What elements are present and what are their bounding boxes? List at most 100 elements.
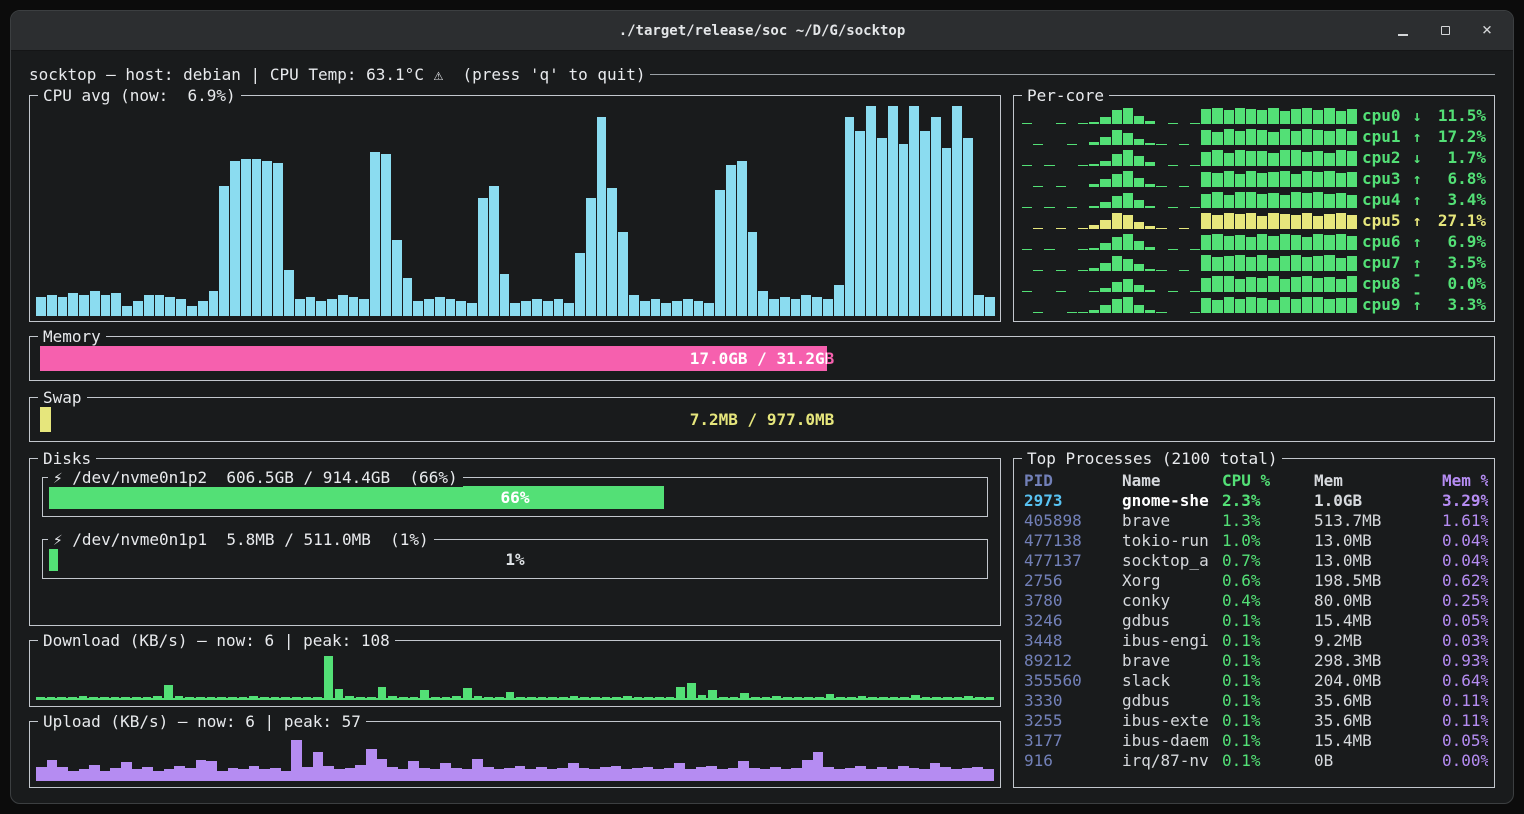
core-history-bar: [1145, 247, 1155, 250]
download-history-bar: [378, 687, 387, 698]
core-row: cpu4↑3.4%: [1022, 191, 1486, 208]
cpu-history-bar: [726, 165, 736, 316]
core-usage-value: 27.1%: [1430, 211, 1486, 230]
core-history-bar: [1302, 237, 1312, 250]
upload-history-bar: [898, 766, 909, 781]
download-history-bar: [175, 696, 184, 699]
download-history-bar: [185, 697, 194, 698]
close-button[interactable]: ×: [1479, 23, 1495, 39]
process-row: 355560slack0.1%204.0MB0.64%: [1024, 671, 1488, 691]
minimize-button[interactable]: [1395, 23, 1411, 39]
cpu-history-bar: [392, 240, 402, 316]
mem-cell: 1.0GB: [1314, 491, 1442, 511]
core-history-bar: [1280, 111, 1290, 123]
download-history-bar: [730, 697, 739, 698]
core-history-bar: [1257, 151, 1267, 166]
core-name: cpu2: [1362, 148, 1404, 167]
meter-clip: 17.0GB / 31.2GB: [40, 346, 827, 371]
upload-history-bar: [557, 768, 568, 781]
core-history-bar: [1313, 234, 1323, 249]
download-history-bar: [538, 697, 547, 698]
core-history-bar: [1134, 241, 1144, 249]
process-row: 3780conky0.4%80.0MB0.25%: [1024, 591, 1488, 611]
cpu-history-bar: [338, 295, 348, 316]
download-history-bar: [121, 697, 130, 698]
upload-history-bar: [568, 763, 579, 781]
core-history-bar: [1302, 297, 1312, 312]
meter-text: 7.2MB / 977.0MB: [40, 407, 1484, 432]
upload-history-bar: [738, 761, 749, 781]
mem-pct-cell: 0.05%: [1442, 611, 1488, 631]
core-history-bar: [1347, 256, 1357, 270]
download-history-bar: [612, 697, 621, 698]
core-history-bar: [1246, 151, 1256, 165]
core-history-bar: [1156, 186, 1166, 187]
download-history-bar: [858, 696, 867, 698]
core-history-bar: [1235, 299, 1245, 312]
mem-cell: 15.4MB: [1314, 611, 1442, 631]
download-history-bar: [794, 697, 803, 698]
mem-pct-cell: 0.04%: [1442, 531, 1488, 551]
core-sparkline: [1022, 213, 1357, 229]
cpu-history-bar: [683, 299, 693, 316]
core-history-bar: [1190, 312, 1200, 313]
download-history-bar: [495, 697, 504, 698]
core-history-bar: [1280, 256, 1290, 270]
core-history-bar: [1134, 200, 1144, 207]
core-history-bar: [1291, 277, 1301, 292]
upload-history-bar: [706, 766, 717, 781]
upload-history-bar: [377, 759, 388, 781]
download-history-bar: [847, 697, 856, 698]
meter-text: 1%: [49, 548, 981, 571]
cpu-history-bar: [36, 297, 46, 316]
upload-history-bar: [717, 769, 728, 781]
cpu-history-bar: [155, 295, 165, 316]
download-history-bar: [644, 697, 653, 698]
core-usage-value: 1.7%: [1430, 148, 1486, 167]
mem-pct-cell: 0.04%: [1442, 551, 1488, 571]
core-history-bar: [1324, 153, 1334, 165]
processes-label: Top Processes (2100 total): [1022, 449, 1282, 468]
upload-history-bar: [919, 769, 930, 781]
meter: 7.2MB / 977.0MB7.2MB / 977.0MB: [40, 407, 1484, 432]
core-history-bar: [1224, 153, 1234, 165]
core-history-bar: [1336, 193, 1346, 208]
download-history-bar: [217, 697, 226, 698]
maximize-button[interactable]: [1437, 23, 1453, 39]
process-row: 2756Xorg0.6%198.5MB0.62%: [1024, 571, 1488, 591]
core-history-bar: [1078, 270, 1088, 271]
upload-history-bar: [121, 762, 132, 781]
process-row: 3330gdbus0.1%35.6MB0.11%: [1024, 691, 1488, 711]
cpu-history-bar: [564, 303, 574, 316]
core-history-bar: [1291, 215, 1301, 228]
core-history-bar: [1168, 207, 1178, 208]
core-history-bar: [1056, 186, 1066, 187]
download-history-bar: [623, 696, 632, 698]
core-history-bar: [1033, 270, 1043, 271]
core-history-bar: [1089, 291, 1099, 292]
core-history-bar: [1179, 144, 1189, 145]
mem-cell: 198.5MB: [1314, 571, 1442, 591]
cpu-history-bar: [855, 131, 865, 316]
upload-history-bar: [217, 771, 228, 781]
disk-list: ⚡ /dev/nvme0n1p2 606.5GB / 914.4GB (66%)…: [42, 477, 988, 617]
pid-cell: 2756: [1024, 571, 1122, 591]
cpu-history-bar: [791, 299, 801, 316]
core-history-bar: [1190, 249, 1200, 250]
core-history-bar: [1112, 299, 1122, 312]
cpu-history-bar: [90, 291, 100, 316]
core-history-bar: [1112, 130, 1122, 144]
core-history-bar: [1313, 216, 1323, 229]
download-history-bar: [463, 688, 472, 698]
download-history-bar: [975, 697, 984, 698]
swap-label: Swap: [38, 388, 87, 407]
core-history-bar: [1313, 256, 1323, 271]
download-history-bar: [47, 697, 56, 698]
meter: 66%66%: [49, 486, 981, 509]
mem-cell: 513.7MB: [1314, 511, 1442, 531]
mem-pct-cell: 3.29%: [1442, 491, 1488, 511]
core-sparkline: [1022, 129, 1357, 145]
download-history-bar: [431, 697, 440, 698]
download-history-bar: [986, 697, 995, 698]
upload-history-bar: [845, 768, 856, 781]
